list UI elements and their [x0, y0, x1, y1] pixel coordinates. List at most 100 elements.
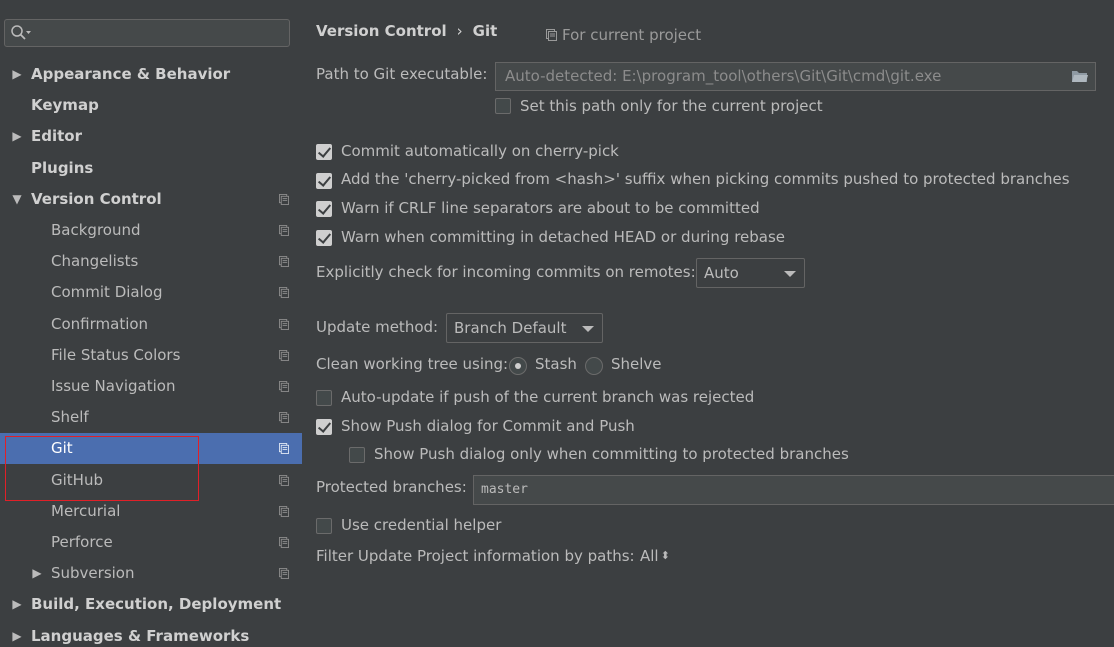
collapsed-arrow-icon[interactable]: ▶	[10, 589, 24, 620]
update-method-dropdown[interactable]: Branch Default	[446, 313, 603, 343]
protected-branches-label: Protected branches:	[316, 478, 467, 496]
project-scope-icon	[279, 381, 289, 392]
shelve-radio[interactable]	[585, 357, 603, 375]
project-scope-icon	[279, 475, 289, 486]
sidebar-item-editor[interactable]: ▶ Editor	[0, 121, 302, 152]
crlf-warn-checkbox[interactable]	[316, 201, 332, 217]
stash-label: Stash	[535, 355, 577, 373]
sidebar-item-commit-dialog[interactable]: Commit Dialog	[0, 277, 302, 308]
sidebar-item-appearance-behavior[interactable]: ▶ Appearance & Behavior	[0, 59, 302, 90]
show-push-protected-checkbox[interactable]	[349, 447, 365, 463]
path-only-project-label: Set this path only for the current proje…	[520, 97, 823, 115]
path-only-project-checkbox[interactable]	[495, 98, 511, 114]
sidebar-item-label: Editor	[31, 127, 82, 145]
browse-folder-icon[interactable]	[1071, 69, 1089, 84]
show-push-checkbox[interactable]	[316, 419, 332, 435]
chevron-down-icon	[784, 271, 796, 277]
sidebar-item-label: Keymap	[31, 96, 99, 114]
scope-label: For current project	[562, 26, 702, 44]
collapsed-arrow-icon[interactable]: ▶	[10, 121, 24, 152]
sidebar-item-label: Mercurial	[51, 502, 121, 520]
incoming-commits-label: Explicitly check for incoming commits on…	[316, 263, 696, 281]
sidebar-item-build-execution-deployment[interactable]: ▶ Build, Execution, Deployment	[0, 589, 302, 620]
scope-indicator: For current project	[546, 24, 701, 46]
sidebar-item-label: Appearance & Behavior	[31, 65, 231, 83]
project-scope-icon	[279, 319, 289, 330]
git-path-label: Path to Git executable:	[316, 65, 488, 83]
cherry-pick-commit-checkbox[interactable]	[316, 144, 332, 160]
collapsed-arrow-icon[interactable]: ▶	[30, 558, 44, 589]
project-scope-icon	[279, 412, 289, 423]
sidebar-item-github[interactable]: GitHub	[0, 465, 302, 496]
auto-update-label: Auto-update if push of the current branc…	[341, 388, 755, 406]
sidebar-item-changelists[interactable]: Changelists	[0, 246, 302, 277]
chevron-down-icon	[582, 326, 594, 332]
sidebar-item-label: Background	[51, 221, 141, 239]
sidebar-item-keymap[interactable]: Keymap	[0, 90, 302, 121]
breadcrumb-git: Git	[472, 22, 498, 40]
sidebar-item-confirmation[interactable]: Confirmation	[0, 309, 302, 340]
project-scope-icon	[279, 256, 289, 267]
sidebar-item-shelf[interactable]: Shelf	[0, 402, 302, 433]
sidebar-item-label: Issue Navigation	[51, 377, 176, 395]
filter-update-selector[interactable]: All ⬍	[640, 547, 670, 565]
sidebar-item-label: Confirmation	[51, 315, 149, 333]
show-push-protected-label: Show Push dialog only when committing to…	[374, 445, 849, 463]
sidebar-item-background[interactable]: Background	[0, 215, 302, 246]
git-path-placeholder: Auto-detected: E:\program_tool\others\Gi…	[505, 67, 942, 85]
sidebar-item-label: Build, Execution, Deployment	[31, 595, 282, 613]
auto-update-checkbox[interactable]	[316, 390, 332, 406]
cherry-pick-suffix-checkbox[interactable]	[316, 173, 332, 189]
project-scope-icon	[279, 287, 289, 298]
shelve-label: Shelve	[611, 355, 662, 373]
updown-arrows-icon: ⬍	[660, 549, 670, 562]
expanded-arrow-icon[interactable]: ▼	[10, 184, 24, 215]
breadcrumb: Version Control › Git	[316, 20, 497, 42]
collapsed-arrow-icon[interactable]: ▶	[10, 59, 24, 90]
filter-update-label: Filter Update Project information by pat…	[316, 547, 635, 565]
sidebar-item-file-status-colors[interactable]: File Status Colors	[0, 340, 302, 371]
credential-helper-checkbox[interactable]	[316, 518, 332, 534]
project-scope-icon	[279, 506, 289, 517]
sidebar-item-label: Languages & Frameworks	[31, 627, 250, 645]
clean-tree-label: Clean working tree using:	[316, 355, 509, 373]
sidebar-item-label: Perforce	[51, 533, 113, 551]
git-path-field[interactable]: Auto-detected: E:\program_tool\others\Gi…	[495, 62, 1096, 91]
protected-branches-value: master	[481, 482, 528, 497]
sidebar-item-label: Subversion	[51, 564, 135, 582]
sidebar-item-label: Git	[51, 439, 73, 457]
filter-update-value: All	[640, 547, 659, 565]
sidebar-item-mercurial[interactable]: Mercurial	[0, 496, 302, 527]
sidebar-item-subversion[interactable]: ▶ Subversion	[0, 558, 302, 589]
sidebar-item-label: Commit Dialog	[51, 283, 163, 301]
search-icon	[11, 25, 31, 40]
cherry-pick-suffix-label: Add the 'cherry-picked from <hash>' suff…	[341, 170, 1070, 188]
update-method-value: Branch Default	[454, 319, 567, 337]
project-scope-icon	[279, 350, 289, 361]
breadcrumb-version-control[interactable]: Version Control	[316, 22, 447, 40]
sidebar-item-languages-frameworks[interactable]: ▶ Languages & Frameworks	[0, 621, 302, 647]
cherry-pick-commit-label: Commit automatically on cherry-pick	[341, 142, 619, 160]
sidebar-item-issue-navigation[interactable]: Issue Navigation	[0, 371, 302, 402]
update-method-label: Update method:	[316, 318, 439, 336]
incoming-commits-dropdown[interactable]: Auto	[696, 258, 805, 288]
sidebar-item-plugins[interactable]: Plugins	[0, 153, 302, 184]
sidebar-item-version-control[interactable]: ▼ Version Control	[0, 184, 302, 215]
settings-window: ▶ Appearance & Behavior Keymap ▶ Editor Plugi…	[0, 0, 1114, 647]
settings-sidebar: ▶ Appearance & Behavior Keymap ▶ Editor Plugi…	[0, 0, 302, 647]
project-scope-icon	[279, 194, 289, 205]
sidebar-item-label: Changelists	[51, 252, 139, 270]
git-settings-panel: Version Control › Git For current project …	[302, 0, 1114, 647]
settings-search-field[interactable]	[4, 19, 290, 47]
sidebar-item-perforce[interactable]: Perforce	[0, 527, 302, 558]
stash-radio[interactable]	[509, 357, 527, 375]
protected-branches-field[interactable]: master	[473, 475, 1114, 505]
detached-head-label: Warn when committing in detached HEAD or…	[341, 228, 786, 246]
detached-head-checkbox[interactable]	[316, 230, 332, 246]
sidebar-item-git[interactable]: Git	[0, 433, 302, 464]
sidebar-item-label: Version Control	[31, 190, 162, 208]
settings-search-input[interactable]	[35, 22, 287, 46]
collapsed-arrow-icon[interactable]: ▶	[10, 621, 24, 647]
crlf-warn-label: Warn if CRLF line separators are about t…	[341, 199, 760, 217]
project-scope-icon	[279, 225, 289, 236]
